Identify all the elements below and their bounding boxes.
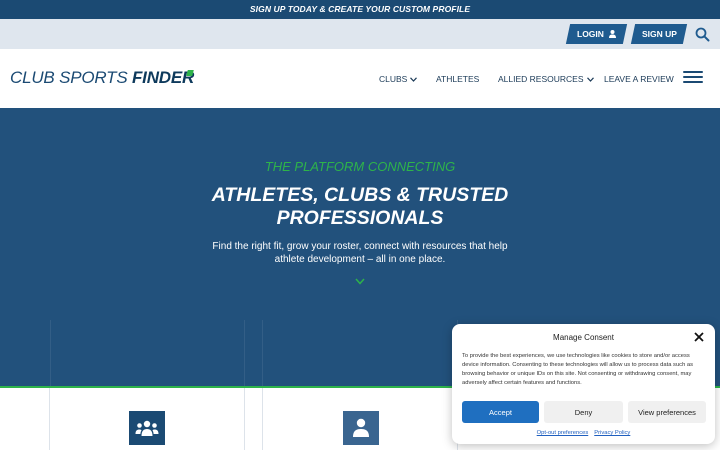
site-header: CLUB SPORTS FINDER CLUBS ATHLETES ALLIED… [0,49,720,108]
chevron-down-icon[interactable] [355,278,365,285]
feature-card[interactable] [49,388,245,450]
consent-body: To provide the best experiences, we use … [462,353,694,386]
login-button[interactable]: LOGIN [565,24,628,44]
hero-title-line-1: ATHLETES, CLUBS & TRUSTED [211,184,509,206]
hero-column-line [244,320,245,388]
nav-clubs-label: CLUBS [379,74,408,84]
hero-title-line-2: PROFESSIONALS [276,207,444,229]
hero-column-line [262,320,263,388]
consent-links: Opt-out preferences Privacy Policy [452,430,715,436]
hero-kicker: THE PLATFORM CONNECTING [264,159,456,174]
nav-athletes[interactable]: ATHLETES [436,74,479,84]
nav-athletes-label: ATHLETES [436,74,480,84]
close-icon[interactable] [694,332,704,342]
feature-card[interactable] [262,388,458,450]
signup-button[interactable]: SIGN UP [630,24,688,44]
consent-dialog: Manage Consent To provide the best exper… [452,324,715,444]
user-icon [608,30,616,38]
logo-text-bold: FINDER [132,68,195,87]
hero-title: ATHLETES, CLUBS & TRUSTED PROFESSIONALS [0,184,720,230]
nav-review-label: LEAVE A REVIEW [604,74,674,84]
site-logo[interactable]: CLUB SPORTS FINDER [10,68,194,88]
promo-banner[interactable]: SIGN UP TODAY & CREATE YOUR CUSTOM PROFI… [0,0,720,19]
hero-column-line [50,320,51,388]
optout-preferences-link[interactable]: Opt-out preferences [537,430,589,436]
privacy-policy-link[interactable]: Privacy Policy [594,430,630,436]
nav-leave-review[interactable]: LEAVE A REVIEW [604,74,674,84]
signup-label: SIGN UP [641,29,677,39]
nav-allied-label: ALLIED RESOURCES [498,74,584,84]
person-icon [343,411,379,445]
logo-text-regular: CLUB SPORTS [10,68,132,87]
view-preferences-button[interactable]: View preferences [628,401,706,423]
login-label: LOGIN [577,29,604,39]
chevron-down-icon [586,76,594,82]
search-icon[interactable] [695,27,710,42]
nav-clubs[interactable]: CLUBS [379,74,418,84]
hamburger-menu-icon[interactable] [683,71,703,85]
hero-subtitle: Find the right fit, grow your roster, co… [212,241,508,265]
nav-allied-resources[interactable]: ALLIED RESOURCES [498,74,594,84]
consent-title: Manage Consent [553,333,614,342]
utility-bar: LOGIN SIGN UP [0,19,720,49]
deny-button[interactable]: Deny [544,401,623,423]
promo-text[interactable]: SIGN UP TODAY & CREATE YOUR CUSTOM PROFI… [250,4,470,14]
accept-button[interactable]: Accept [462,401,539,423]
group-icon [129,411,165,445]
chevron-down-icon [410,76,418,82]
